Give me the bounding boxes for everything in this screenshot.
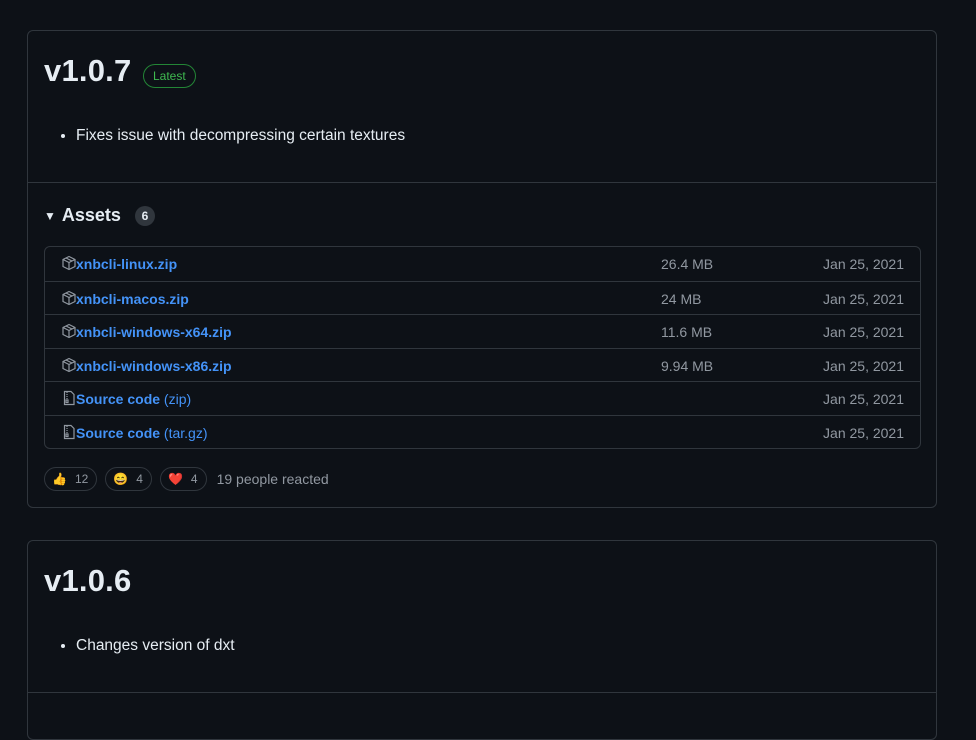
file-zip-icon: [63, 424, 75, 439]
asset-link[interactable]: Source code (zip): [76, 391, 191, 407]
latest-badge: Latest: [143, 64, 196, 88]
reaction-count: 4: [190, 472, 198, 486]
asset-date: Jan 25, 2021: [823, 324, 904, 340]
asset-link[interactable]: xnbcli-linux.zip: [76, 256, 177, 272]
release-version-title[interactable]: v1.0.7: [44, 53, 131, 89]
thumbs-up-icon: 👍: [52, 472, 67, 486]
triangle-down-icon: ▼: [44, 208, 56, 223]
assets-toggle[interactable]: ▼ Assets 6: [44, 205, 155, 226]
reactions-bar: 👍 12 😄 4 ❤️ 4 19 people reacted: [44, 467, 329, 491]
heart-icon: ❤️: [167, 472, 183, 486]
asset-date: Jan 25, 2021: [823, 424, 904, 441]
release-version-title[interactable]: v1.0.6: [44, 563, 131, 599]
package-icon: [62, 357, 76, 372]
release-header: v1.0.7 Latest Fixes issue with decompres…: [28, 31, 936, 183]
asset-size: 9.94 MB: [661, 357, 714, 374]
assets-title: Assets: [61, 205, 121, 225]
asset-row: xnbcli-windows-x86.zip 9.94 MB Jan 25, 2…: [45, 347, 920, 382]
package-icon: [62, 255, 76, 271]
asset-link[interactable]: xnbcli-macos.zip: [76, 291, 189, 307]
asset-link[interactable]: Source code (tar.gz): [76, 425, 208, 441]
release-note-item: Changes version of dxt: [76, 637, 235, 655]
reaction-count: 4: [136, 472, 143, 486]
asset-size: 26.4 MB: [661, 256, 714, 272]
asset-link[interactable]: xnbcli-windows-x64.zip: [76, 324, 232, 340]
asset-link[interactable]: xnbcli-windows-x86.zip: [76, 358, 232, 374]
release-card: v1.0.7 Latest Fixes issue with decompres…: [27, 30, 937, 508]
reaction-thumbs-up[interactable]: 👍 12: [44, 467, 98, 491]
asset-row: xnbcli-macos.zip 24 MB Jan 25, 2021: [45, 280, 920, 315]
assets-list: xnbcli-linux.zip 26.4 MB Jan 25, 2021 xn…: [44, 246, 921, 449]
assets-count-badge: 6: [134, 205, 155, 226]
asset-date: Jan 25, 2021: [823, 290, 904, 307]
asset-row: xnbcli-windows-x64.zip 11.6 MB Jan 25, 2…: [45, 314, 920, 348]
reaction-smile[interactable]: 😄 4: [105, 467, 152, 491]
reaction-heart[interactable]: ❤️ 4: [159, 467, 207, 491]
asset-date: Jan 25, 2021: [823, 357, 904, 374]
asset-date: Jan 25, 2021: [823, 391, 904, 407]
asset-size: 24 MB: [661, 290, 702, 307]
reactions-summary[interactable]: 19 people reacted: [217, 471, 329, 487]
release-card: v1.0.6 Changes version of dxt: [27, 540, 937, 740]
asset-row: xnbcli-linux.zip 26.4 MB Jan 25, 2021: [45, 247, 920, 281]
package-icon: [62, 290, 76, 305]
reaction-count: 12: [74, 472, 89, 486]
asset-size: 11.6 MB: [661, 324, 713, 340]
release-notes: Changes version of dxt: [76, 637, 235, 655]
release-notes: Fixes issue with decompressing certain t…: [76, 127, 405, 145]
asset-row: Source code (tar.gz) Jan 25, 2021: [45, 414, 920, 449]
release-header: v1.0.6 Changes version of dxt: [28, 541, 936, 693]
file-zip-icon: [63, 390, 75, 406]
asset-row: Source code (zip) Jan 25, 2021: [45, 381, 920, 415]
release-note-item: Fixes issue with decompressing certain t…: [76, 127, 405, 145]
smile-icon: 😄: [113, 472, 129, 486]
asset-date: Jan 25, 2021: [823, 256, 904, 272]
package-icon: [62, 323, 76, 339]
